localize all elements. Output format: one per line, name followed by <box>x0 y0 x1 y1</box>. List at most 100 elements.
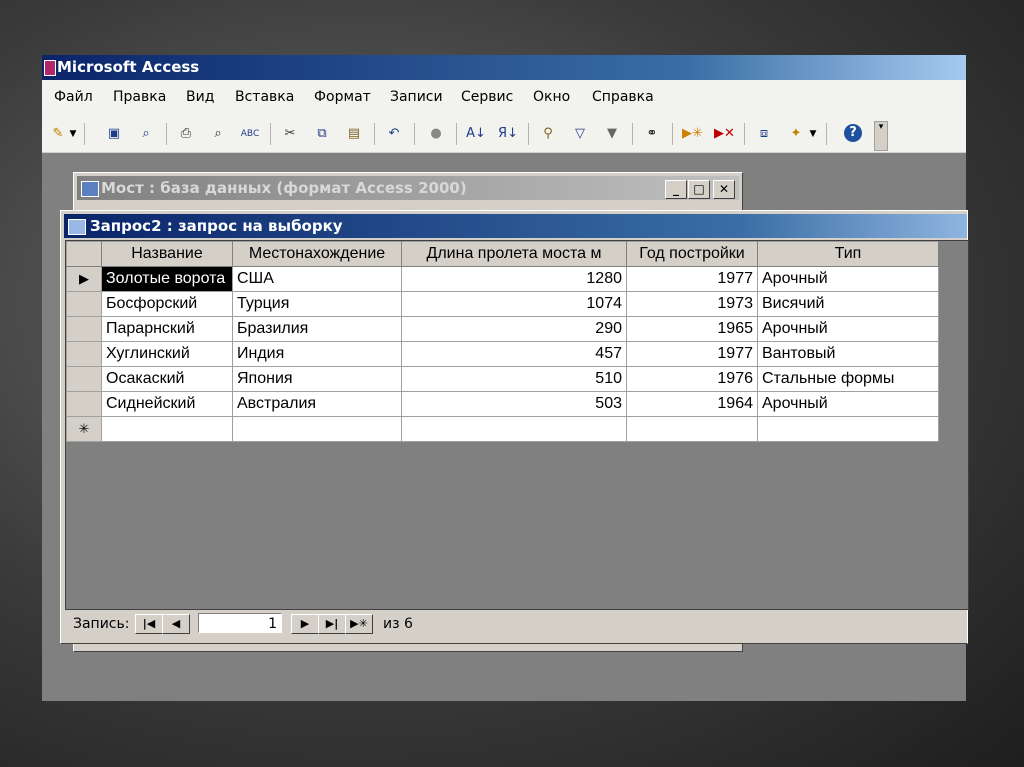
menu-records[interactable]: Записи <box>390 89 443 105</box>
view-dropdown-icon[interactable]: ▼ <box>68 124 78 144</box>
menu-help[interactable]: Справка <box>592 89 654 105</box>
apply-filter-icon[interactable]: ▼ <box>602 124 622 144</box>
copy-icon[interactable]: ⧉ <box>312 124 332 144</box>
cell-year-built[interactable] <box>626 416 758 442</box>
record-selector[interactable] <box>66 316 102 342</box>
cut-icon[interactable]: ✂ <box>280 124 300 144</box>
last-record-button[interactable]: ▶| <box>318 614 346 634</box>
cell-name[interactable]: Босфорский <box>101 291 233 317</box>
cell-name[interactable]: Сиднейский <box>101 391 233 417</box>
sort-ascending-icon[interactable]: A↓ <box>466 124 486 144</box>
filter-by-selection-icon[interactable]: ⚲ <box>538 124 558 144</box>
maximize-button[interactable]: □ <box>688 180 710 199</box>
query-window-titlebar: Запрос2 : запрос на выборку <box>64 214 967 238</box>
record-navigation-bar: Запись: |◀ ◀ 1 ▶ ▶| ▶✳ из 6 <box>65 610 967 638</box>
cell-year-built[interactable]: 1977 <box>626 266 758 292</box>
cell-location[interactable]: Австралия <box>232 391 402 417</box>
cell-name[interactable]: Осакаский <box>101 366 233 392</box>
cell-year-built[interactable]: 1977 <box>626 341 758 367</box>
help-icon[interactable]: ? <box>844 124 862 142</box>
new-object-icon[interactable]: ✦ <box>786 124 806 144</box>
search-icon[interactable]: ⌕ <box>136 124 156 144</box>
cell-span-length[interactable] <box>401 416 627 442</box>
sort-descending-icon[interactable]: Я↓ <box>498 124 518 144</box>
filter-by-form-icon[interactable]: ▽ <box>570 124 590 144</box>
column-header-type[interactable]: Тип <box>757 241 939 267</box>
menu-format[interactable]: Формат <box>314 89 371 105</box>
cell-type[interactable]: Арочный <box>757 391 939 417</box>
cell-type[interactable]: Арочный <box>757 266 939 292</box>
toolbar: ✎ ▼ ▣ ⌕ ⎙ ⌕ ABC ✂ ⧉ ▤ ↶ ● A↓ Я↓ ⚲ ▽ ▼ ⚭ … <box>42 116 966 153</box>
menu-bar: Файл Правка Вид Вставка Формат Записи Се… <box>42 80 966 116</box>
cell-span-length[interactable]: 1280 <box>401 266 627 292</box>
cell-location[interactable]: США <box>232 266 402 292</box>
new-object-dropdown-icon[interactable]: ▼ <box>808 124 818 144</box>
cell-span-length[interactable]: 457 <box>401 341 627 367</box>
cell-span-length[interactable]: 1074 <box>401 291 627 317</box>
minimize-button[interactable]: _ <box>665 180 687 199</box>
record-selector[interactable] <box>66 391 102 417</box>
cell-type[interactable]: Арочный <box>757 316 939 342</box>
menu-view[interactable]: Вид <box>186 89 214 105</box>
cell-year-built[interactable]: 1964 <box>626 391 758 417</box>
cell-year-built[interactable]: 1973 <box>626 291 758 317</box>
spelling-icon[interactable]: ABC <box>240 124 260 144</box>
column-header-location[interactable]: Местонахождение <box>232 241 402 267</box>
previous-record-button[interactable]: ◀ <box>162 614 190 634</box>
toolbar-options-icon[interactable]: ▾ <box>874 121 888 151</box>
paste-icon[interactable]: ▤ <box>344 124 364 144</box>
cell-location[interactable]: Турция <box>232 291 402 317</box>
save-icon[interactable]: ▣ <box>104 124 124 144</box>
select-all-corner[interactable] <box>66 241 102 267</box>
first-record-button[interactable]: |◀ <box>135 614 163 634</box>
cell-span-length[interactable]: 503 <box>401 391 627 417</box>
print-preview-icon[interactable]: ⌕ <box>208 124 228 144</box>
print-icon[interactable]: ⎙ <box>176 124 196 144</box>
menu-window[interactable]: Окно <box>533 89 570 105</box>
menu-insert[interactable]: Вставка <box>235 89 294 105</box>
cell-name[interactable]: Парарнский <box>101 316 233 342</box>
record-selector[interactable] <box>66 366 102 392</box>
find-icon[interactable]: ⚭ <box>642 124 662 144</box>
design-view-icon[interactable]: ✎ <box>48 124 68 144</box>
current-record-input[interactable]: 1 <box>198 613 282 633</box>
cell-type[interactable]: Стальные формы <box>757 366 939 392</box>
cell-location[interactable]: Япония <box>232 366 402 392</box>
menu-file[interactable]: Файл <box>54 89 93 105</box>
new-record-icon[interactable]: ✳ <box>66 416 102 442</box>
delete-record-icon[interactable]: ▶✕ <box>714 124 735 144</box>
cell-location[interactable] <box>232 416 402 442</box>
new-record-button[interactable]: ▶✳ <box>345 614 373 634</box>
table-row: Сиднейский Австралия 503 1964 Арочный <box>66 391 939 417</box>
database-window-icon[interactable]: ⧈ <box>754 124 774 144</box>
cell-year-built[interactable]: 1976 <box>626 366 758 392</box>
query-window-title: Запрос2 : запрос на выборку <box>90 217 343 235</box>
column-header-span-length[interactable]: Длина пролета моста м <box>401 241 627 267</box>
record-selector[interactable] <box>66 291 102 317</box>
undo-icon[interactable]: ↶ <box>384 124 404 144</box>
cell-location[interactable]: Бразилия <box>232 316 402 342</box>
cell-span-length[interactable]: 290 <box>401 316 627 342</box>
cell-span-length[interactable]: 510 <box>401 366 627 392</box>
hyperlink-icon[interactable]: ● <box>426 124 446 144</box>
record-selector[interactable]: ▶ <box>66 266 102 292</box>
record-selector[interactable] <box>66 341 102 367</box>
cell-name[interactable]: Золотые ворота <box>101 266 233 292</box>
query-window: Запрос2 : запрос на выборку Название Мес… <box>60 210 969 644</box>
cell-name[interactable] <box>101 416 233 442</box>
menu-edit[interactable]: Правка <box>113 89 166 105</box>
close-button[interactable]: ✕ <box>713 180 735 199</box>
next-record-button[interactable]: ▶ <box>291 614 319 634</box>
access-app-window: Microsoft Access Файл Правка Вид Вставка… <box>42 55 969 701</box>
cell-type[interactable] <box>757 416 939 442</box>
cell-year-built[interactable]: 1965 <box>626 316 758 342</box>
column-header-year-built[interactable]: Год постройки <box>626 241 758 267</box>
table-row: ▶ Золотые ворота США 1280 1977 Арочный <box>66 266 939 292</box>
cell-type[interactable]: Вантовый <box>757 341 939 367</box>
column-header-name[interactable]: Название <box>101 241 233 267</box>
cell-type[interactable]: Висячий <box>757 291 939 317</box>
cell-name[interactable]: Хуглинский <box>101 341 233 367</box>
menu-tools[interactable]: Сервис <box>461 89 513 105</box>
new-record-icon[interactable]: ▶✳ <box>682 124 703 144</box>
cell-location[interactable]: Индия <box>232 341 402 367</box>
